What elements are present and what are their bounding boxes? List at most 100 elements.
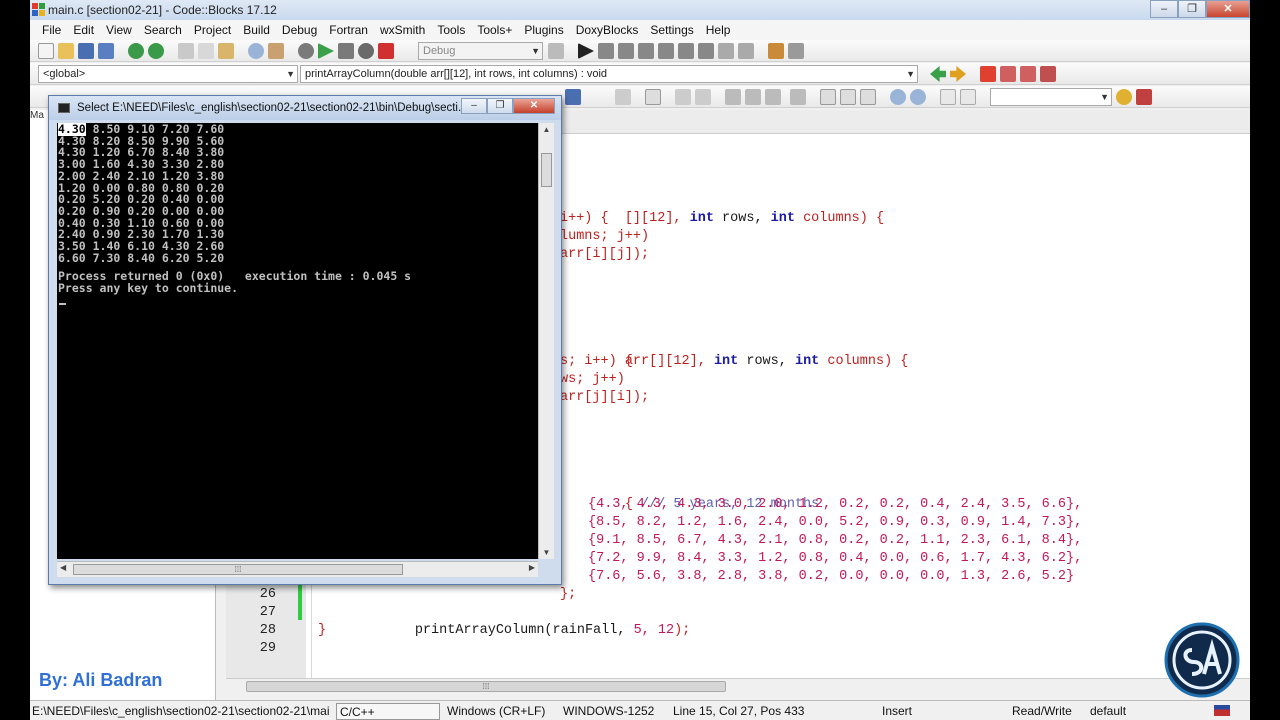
replace-icon[interactable] <box>268 43 284 59</box>
image-icon[interactable] <box>675 89 691 105</box>
letter-c-icon[interactable] <box>960 89 976 105</box>
scope-select[interactable]: <global> ▼ <box>38 65 298 83</box>
save-icon[interactable] <box>78 43 94 59</box>
layout-icon-3[interactable] <box>765 89 781 105</box>
scrollbar-thumb[interactable]: ⁞⁞⁞ <box>73 564 403 575</box>
clear-bookmarks-icon[interactable] <box>1040 66 1056 82</box>
menu-tools-plus[interactable]: Tools+ <box>471 23 518 37</box>
code-line: ws; j++) <box>560 372 625 387</box>
layout-icon-2[interactable] <box>745 89 761 105</box>
menu-bar: File Edit View Search Project Build Debu… <box>30 20 1250 40</box>
menu-doxyblocks[interactable]: DoxyBlocks <box>570 23 645 37</box>
next-bookmark-icon[interactable] <box>1020 66 1036 82</box>
scrollbar-thumb[interactable]: ⁞⁞⁞ <box>246 681 726 692</box>
layout-icon-1[interactable] <box>725 89 741 105</box>
copy-icon[interactable] <box>198 43 214 59</box>
code-token: [][12], <box>624 211 690 226</box>
console-maximize-button[interactable]: ❐ <box>487 98 513 114</box>
select-icon[interactable] <box>615 89 631 105</box>
step-out-icon[interactable] <box>658 43 674 59</box>
new-file-icon[interactable] <box>38 43 54 59</box>
debug-continue-icon[interactable] <box>578 43 594 59</box>
stop-debug-icon[interactable] <box>738 43 754 59</box>
rebuild-icon[interactable] <box>358 43 374 59</box>
code-token: int <box>770 211 795 226</box>
menu-tools[interactable]: Tools <box>431 23 471 37</box>
editor-horizontal-scrollbar[interactable]: ⁞⁞⁞ <box>226 678 1250 694</box>
chevron-down-icon: ▼ <box>286 69 295 79</box>
redo-icon[interactable] <box>148 43 164 59</box>
menu-settings[interactable]: Settings <box>644 23 699 37</box>
code-token: ); <box>674 623 691 638</box>
management-tab[interactable]: Ma <box>30 110 50 126</box>
build-target-select[interactable]: Debug ▼ <box>418 42 543 60</box>
console-close-button[interactable]: ✕ <box>513 98 555 114</box>
arrow-left-icon[interactable] <box>930 66 946 82</box>
picture-icon[interactable] <box>695 89 711 105</box>
letter-s-icon[interactable] <box>940 89 956 105</box>
panel-icon-3[interactable] <box>860 89 876 105</box>
scroll-right-icon[interactable]: ▶ <box>529 563 535 572</box>
menu-build[interactable]: Build <box>237 23 276 37</box>
open-file-icon[interactable] <box>58 43 74 59</box>
pause-icon[interactable] <box>718 43 734 59</box>
menu-plugins[interactable]: Plugins <box>518 23 569 37</box>
debug-windows-icon[interactable] <box>768 43 784 59</box>
frame-icon[interactable] <box>645 89 661 105</box>
scroll-down-icon[interactable]: ▼ <box>539 548 554 557</box>
cut-icon[interactable] <box>178 43 194 59</box>
target-options-icon[interactable] <box>548 43 564 59</box>
menu-search[interactable]: Search <box>138 23 188 37</box>
menu-view[interactable]: View <box>100 23 138 37</box>
console-horizontal-scrollbar[interactable]: ◀ ⁞⁞⁞ ▶ <box>57 561 538 577</box>
scrollbar-thumb[interactable] <box>541 153 552 187</box>
console-output[interactable]: 4.30 8.50 9.10 7.20 7.60 4.30 8.20 8.50 … <box>57 123 538 559</box>
code-line: s; i++) { <box>560 354 633 369</box>
panel-icon-1[interactable] <box>820 89 836 105</box>
next-line-icon[interactable] <box>618 43 634 59</box>
prev-bookmark-icon[interactable] <box>1000 66 1016 82</box>
code-line: lumns; j++) <box>560 229 650 244</box>
menu-file[interactable]: File <box>36 23 67 37</box>
debug-info-icon[interactable] <box>788 43 804 59</box>
changed-lines-marker <box>298 584 302 620</box>
step-into-icon[interactable] <box>638 43 654 59</box>
abort-icon[interactable] <box>378 43 394 59</box>
function-select[interactable]: printArrayColumn(double arr[][12], int r… <box>300 65 918 83</box>
maximize-button[interactable]: ❐ <box>1178 0 1206 18</box>
menu-help[interactable]: Help <box>700 23 737 37</box>
console-minimize-button[interactable]: – <box>461 98 487 114</box>
next-instruction-icon[interactable] <box>678 43 694 59</box>
console-vertical-scrollbar[interactable]: ▲ ▼ <box>538 123 554 559</box>
menu-project[interactable]: Project <box>188 23 237 37</box>
menu-wxsmith[interactable]: wxSmith <box>374 23 431 37</box>
tools-icon[interactable] <box>1136 89 1152 105</box>
menu-edit[interactable]: Edit <box>67 23 100 37</box>
search-combo[interactable]: ▼ <box>990 88 1112 106</box>
panel-icon-2[interactable] <box>840 89 856 105</box>
search-go-icon[interactable] <box>1116 89 1132 105</box>
zoom-out-icon[interactable] <box>910 89 926 105</box>
minimize-button[interactable]: – <box>1150 0 1178 18</box>
find-icon[interactable] <box>248 43 264 59</box>
menu-debug[interactable]: Debug <box>276 23 323 37</box>
menu-fortran[interactable]: Fortran <box>323 23 374 37</box>
text-style-icon[interactable] <box>565 89 581 105</box>
arrow-right-icon[interactable] <box>950 66 966 82</box>
paste-icon[interactable] <box>218 43 234 59</box>
build-gear-icon[interactable] <box>298 43 314 59</box>
build-run-icon[interactable] <box>338 43 354 59</box>
run-to-cursor-icon[interactable] <box>598 43 614 59</box>
step-instruction-icon[interactable] <box>698 43 714 59</box>
save-all-icon[interactable] <box>98 43 114 59</box>
run-icon[interactable] <box>318 43 334 59</box>
undo-icon[interactable] <box>128 43 144 59</box>
layout-icon-4[interactable] <box>790 89 806 105</box>
scroll-left-icon[interactable]: ◀ <box>60 563 66 572</box>
toggle-bookmark-icon[interactable] <box>980 66 996 82</box>
code-line: arr[i][j]); <box>560 247 650 262</box>
scroll-up-icon[interactable]: ▲ <box>539 125 554 134</box>
close-button[interactable]: ✕ <box>1206 0 1250 18</box>
zoom-in-icon[interactable] <box>890 89 906 105</box>
main-toolbar: Debug ▼ <box>30 40 1250 62</box>
